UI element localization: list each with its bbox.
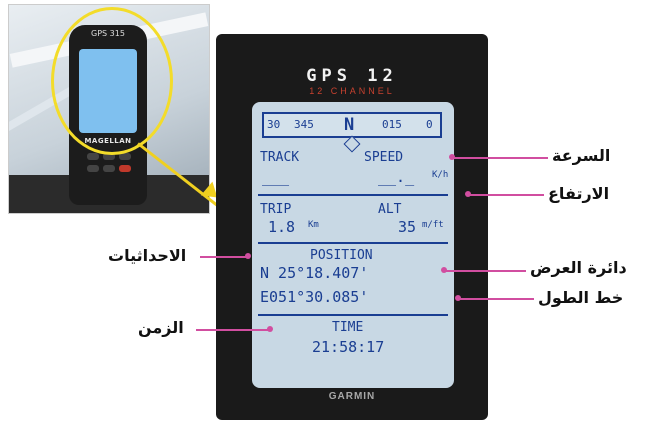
gps-device: GPS 12 12 CHANNEL 30 345 N 015 0 TRACK S… [216,34,488,420]
speed-unit: K/h [432,170,449,180]
time-label: TIME [332,320,364,335]
leader-dot-longitude [455,295,461,301]
highlight-circle [51,7,173,155]
compass-heading-mid: 345 [294,118,314,131]
compass-heading-edge: 0 [426,118,433,131]
compass-tape: 30 345 N 015 0 [262,112,442,153]
compass-north: N [344,115,355,135]
device-channel-subtitle: 12 CHANNEL [309,86,395,96]
trip-unit: Km [308,220,319,230]
annotation-speed: السرعة [552,146,611,165]
alt-label: ALT [378,202,402,217]
position-label: POSITION [310,248,373,263]
latitude-value: N 25°18.407' [260,264,369,282]
annotation-time: الزمن [138,318,184,337]
leader-line-coordinates [200,256,248,258]
compass-heading-right: 015 [382,118,402,131]
divider [258,194,448,196]
speed-value: __._ [378,168,415,186]
handheld-key [103,165,115,172]
handheld-power-key [119,165,131,172]
leader-dot-latitude [441,267,447,273]
leader-line-latitude [446,270,526,272]
trip-value: 1.8 [268,218,296,236]
annotation-altitude: الارتفاع [548,184,610,203]
compass-pointer-icon [343,135,361,153]
longitude-value: E051°30.085' [260,288,369,306]
device-brand-logo: GARMIN [328,391,376,402]
divider [258,242,448,244]
divider [258,314,448,316]
device-model-title: GPS 12 [306,66,398,86]
time-value: 21:58:17 [312,338,385,356]
leader-line-time [196,329,270,331]
leader-line-longitude [460,298,534,300]
alt-value: 35 [398,218,417,236]
track-value: ___ [262,168,290,186]
inset-photo: GPS 315 MAGELLAN [8,4,210,214]
handheld-key [87,153,99,160]
track-label: TRACK [260,150,300,165]
leader-dot-speed [449,154,455,160]
annotation-latitude: دائرة العرض [530,258,627,277]
trip-label: TRIP [260,202,292,217]
handheld-key [87,165,99,172]
speed-label: SPEED [364,150,404,165]
leader-line-speed [454,157,548,159]
alt-unit: m/ft [422,220,444,230]
leader-dot-coordinates [245,253,251,259]
leader-dot-time [267,326,273,332]
annotation-longitude: خط الطول [538,288,624,307]
leader-dot-altitude [465,191,471,197]
compass-heading-left: 30 [267,118,281,131]
annotation-coordinates: الاحداثيات [108,246,187,265]
lcd-screen: 30 345 N 015 0 TRACK SPEED ___ __._ K/h … [252,102,454,388]
leader-line-altitude [470,194,544,196]
